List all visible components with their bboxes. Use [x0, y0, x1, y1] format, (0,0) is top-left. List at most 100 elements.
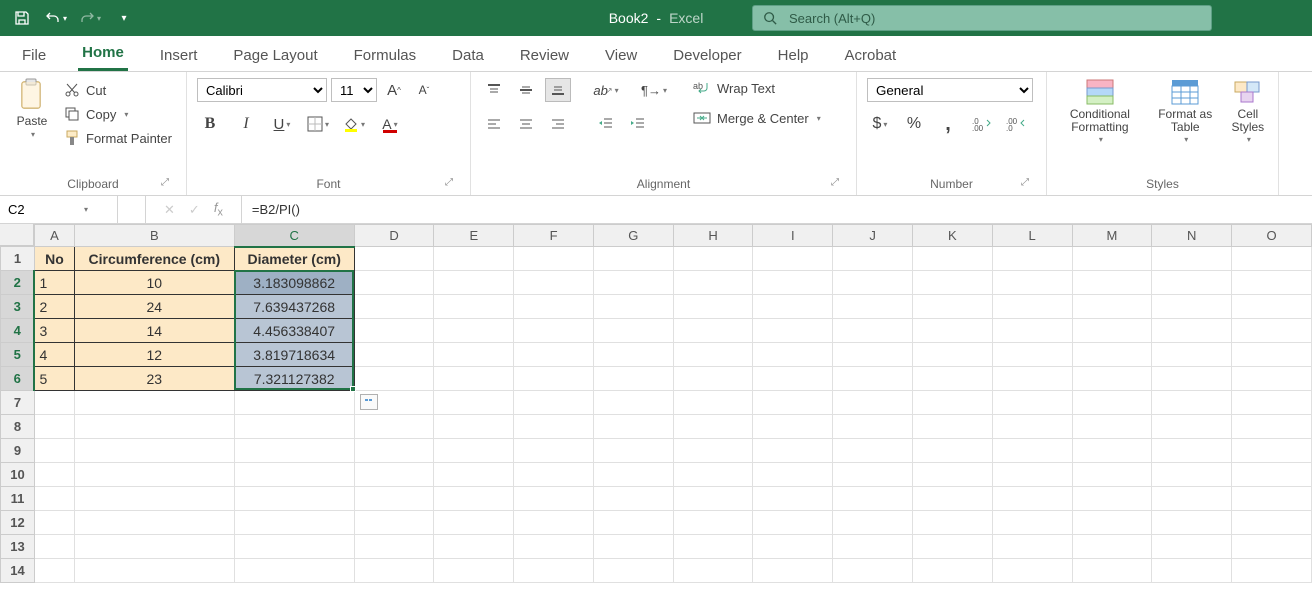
font-dialog-launcher[interactable]: ⤢ [442, 177, 456, 191]
borders-button[interactable]: ▾ [305, 112, 331, 136]
cell-C3[interactable]: 7.639437268 [234, 295, 354, 319]
cell-H8[interactable] [673, 415, 753, 439]
cell-K5[interactable] [913, 343, 993, 367]
cell-H6[interactable] [673, 367, 753, 391]
cell-F14[interactable] [514, 559, 594, 583]
cell-D6[interactable] [354, 367, 434, 391]
cell-F10[interactable] [514, 463, 594, 487]
cell-N1[interactable] [1152, 247, 1232, 271]
cell-I8[interactable] [753, 415, 833, 439]
cell-A12[interactable] [34, 511, 74, 535]
tab-formulas[interactable]: Formulas [350, 39, 421, 71]
alignment-dialog-launcher[interactable]: ⤢ [828, 177, 842, 191]
cell-M6[interactable] [1072, 367, 1152, 391]
cell-M13[interactable] [1072, 535, 1152, 559]
cell-E13[interactable] [434, 535, 514, 559]
cell-J13[interactable] [833, 535, 913, 559]
enter-formula-button[interactable]: ✓ [189, 202, 200, 218]
cell-E7[interactable] [434, 391, 514, 415]
cell-F11[interactable] [514, 487, 594, 511]
undo-button[interactable]: ▾ [44, 6, 68, 30]
align-middle-button[interactable] [513, 78, 539, 102]
cell-F6[interactable] [514, 367, 594, 391]
cell-J6[interactable] [833, 367, 913, 391]
cell-A8[interactable] [34, 415, 74, 439]
cell-A5[interactable]: 4 [34, 343, 74, 367]
cell-B10[interactable] [74, 463, 234, 487]
cell-D5[interactable] [354, 343, 434, 367]
cell-A9[interactable] [34, 439, 74, 463]
cell-N2[interactable] [1152, 271, 1232, 295]
tab-review[interactable]: Review [516, 39, 573, 71]
worksheet-grid[interactable]: ABCDEFGHIJKLMNO1NoCircumference (cm)Diam… [0, 224, 1312, 583]
cell-D8[interactable] [354, 415, 434, 439]
cell-I12[interactable] [753, 511, 833, 535]
tab-view[interactable]: View [601, 39, 641, 71]
row-header-10[interactable]: 10 [1, 463, 35, 487]
decrease-font-button[interactable]: Aˇ [411, 78, 437, 102]
cell-E3[interactable] [434, 295, 514, 319]
cell-G5[interactable] [593, 343, 673, 367]
cell-E6[interactable] [434, 367, 514, 391]
cell-G4[interactable] [593, 319, 673, 343]
cell-M11[interactable] [1072, 487, 1152, 511]
cell-O7[interactable] [1232, 391, 1312, 415]
cell-K9[interactable] [913, 439, 993, 463]
cell-K8[interactable] [913, 415, 993, 439]
cell-D13[interactable] [354, 535, 434, 559]
copy-button[interactable]: Copy▾ [60, 104, 176, 124]
autofill-options-button[interactable] [360, 394, 378, 410]
col-header-L[interactable]: L [992, 225, 1072, 247]
cell-O3[interactable] [1232, 295, 1312, 319]
cell-B5[interactable]: 12 [74, 343, 234, 367]
cell-B14[interactable] [74, 559, 234, 583]
cell-L12[interactable] [992, 511, 1072, 535]
cell-A14[interactable] [34, 559, 74, 583]
cell-M9[interactable] [1072, 439, 1152, 463]
cell-F7[interactable] [514, 391, 594, 415]
cell-K13[interactable] [913, 535, 993, 559]
paste-button[interactable]: Paste ▾ [10, 78, 54, 139]
cell-G13[interactable] [593, 535, 673, 559]
merge-center-button[interactable]: Merge & Center▾ [689, 108, 825, 128]
cell-I1[interactable] [753, 247, 833, 271]
cell-O1[interactable] [1232, 247, 1312, 271]
cell-A11[interactable] [34, 487, 74, 511]
cell-E8[interactable] [434, 415, 514, 439]
cell-O11[interactable] [1232, 487, 1312, 511]
cell-E4[interactable] [434, 319, 514, 343]
percent-format-button[interactable]: % [901, 112, 927, 136]
cell-H12[interactable] [673, 511, 753, 535]
align-right-button[interactable] [545, 112, 571, 136]
cell-L3[interactable] [992, 295, 1072, 319]
row-header-8[interactable]: 8 [1, 415, 35, 439]
cell-J12[interactable] [833, 511, 913, 535]
cell-J4[interactable] [833, 319, 913, 343]
tab-file[interactable]: File [18, 39, 50, 71]
cell-B12[interactable] [74, 511, 234, 535]
cell-M5[interactable] [1072, 343, 1152, 367]
italic-button[interactable]: I [233, 112, 259, 136]
cell-M3[interactable] [1072, 295, 1152, 319]
cell-N12[interactable] [1152, 511, 1232, 535]
formula-input[interactable]: =B2/PI() [242, 196, 1312, 223]
cell-G14[interactable] [593, 559, 673, 583]
cell-N10[interactable] [1152, 463, 1232, 487]
col-header-J[interactable]: J [833, 225, 913, 247]
font-name-select[interactable]: Calibri [197, 78, 327, 102]
cell-B8[interactable] [74, 415, 234, 439]
cell-G1[interactable] [593, 247, 673, 271]
cell-B6[interactable]: 23 [74, 367, 234, 391]
row-header-11[interactable]: 11 [1, 487, 35, 511]
cell-M14[interactable] [1072, 559, 1152, 583]
tab-home[interactable]: Home [78, 36, 128, 71]
cell-H7[interactable] [673, 391, 753, 415]
cell-J9[interactable] [833, 439, 913, 463]
cut-button[interactable]: Cut [60, 80, 176, 100]
cell-H1[interactable] [673, 247, 753, 271]
cell-L11[interactable] [992, 487, 1072, 511]
cell-C13[interactable] [234, 535, 354, 559]
cell-A7[interactable] [34, 391, 74, 415]
cell-K14[interactable] [913, 559, 993, 583]
row-header-12[interactable]: 12 [1, 511, 35, 535]
